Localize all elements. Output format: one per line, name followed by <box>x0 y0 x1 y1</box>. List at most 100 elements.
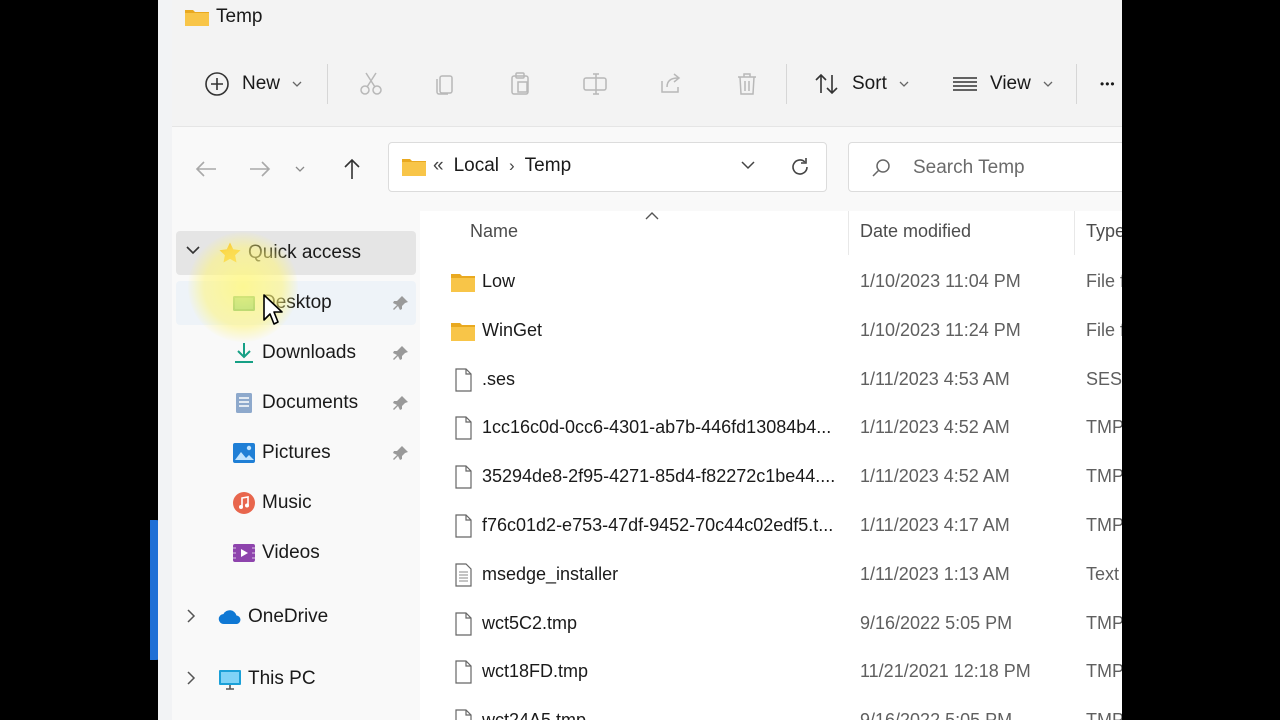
file-icon <box>455 611 472 636</box>
chevron-down-icon <box>292 81 302 87</box>
more-options-button[interactable]: ••• <box>1100 64 1116 104</box>
folder-icon <box>185 10 209 26</box>
arrow-left-icon <box>195 161 216 177</box>
nav-item-label: Music <box>262 492 312 513</box>
nav-item-documents[interactable]: Documents <box>176 381 416 425</box>
file-name: wct24A5.tmp <box>482 710 586 720</box>
paste-icon <box>511 72 529 95</box>
file-type: SES F <box>1086 368 1122 389</box>
share-icon <box>661 73 681 93</box>
recent-locations-button[interactable] <box>288 151 312 187</box>
nav-item-pictures[interactable]: Pictures <box>176 431 416 475</box>
sort-label: Sort <box>852 73 887 94</box>
file-type: TMP <box>1086 417 1122 438</box>
refresh-icon[interactable] <box>789 156 811 178</box>
star-icon <box>219 242 241 263</box>
nav-item-downloads[interactable]: Downloads <box>176 331 416 375</box>
nav-item-videos[interactable]: Videos <box>176 531 416 575</box>
nav-item-desktop[interactable]: Desktop <box>176 281 416 325</box>
cut-button[interactable] <box>358 64 384 104</box>
pin-icon[interactable] <box>392 294 410 312</box>
file-date-modified: 1/11/2023 4:52 AM <box>860 417 1010 438</box>
copy-icon <box>436 75 453 95</box>
forward-button[interactable] <box>240 151 280 187</box>
pin-icon[interactable] <box>392 394 410 412</box>
chevron-down-icon[interactable] <box>186 245 200 255</box>
view-button[interactable]: View <box>952 64 1053 104</box>
view-label: View <box>990 73 1031 94</box>
chevron-down-icon[interactable] <box>741 160 755 170</box>
file-row[interactable]: 35294de8-2f95-4271-85d4-f82272c1be44....… <box>420 453 1122 501</box>
file-list: Name Date modified Type Low 1/10/2023 11:… <box>420 211 1122 720</box>
delete-button[interactable] <box>734 64 760 104</box>
file-name: 35294de8-2f95-4271-85d4-f82272c1be44.... <box>482 466 836 487</box>
file-icon <box>455 465 472 489</box>
nav-onedrive[interactable]: OneDrive <box>176 595 416 639</box>
search-box[interactable]: Search Temp <box>848 142 1122 192</box>
title-bar[interactable]: Temp <box>172 0 1122 42</box>
text-file-icon <box>455 563 472 587</box>
breadcrumb-local[interactable]: Local <box>454 155 499 177</box>
file-date-modified: 1/10/2023 11:04 PM <box>860 271 1021 291</box>
file-row[interactable]: Low 1/10/2023 11:04 PM File f <box>420 258 1122 306</box>
letterbox-left <box>0 0 158 720</box>
copy-button[interactable] <box>432 64 458 104</box>
folder-icon <box>451 274 475 292</box>
file-row[interactable]: WinGet 1/10/2023 11:24 PM File f <box>420 307 1122 355</box>
new-button[interactable]: New <box>204 64 302 104</box>
pin-icon[interactable] <box>392 344 410 362</box>
file-date-modified: 9/16/2022 5:05 PM <box>860 710 1012 720</box>
file-icon <box>455 367 472 392</box>
file-date-modified: 1/11/2023 4:52 AM <box>860 466 1010 487</box>
file-row[interactable]: wct5C2.tmp 9/16/2022 5:05 PM TMP <box>420 600 1122 648</box>
nav-quick-access[interactable]: Quick access <box>176 231 416 275</box>
up-button[interactable] <box>332 151 372 187</box>
downloads-icon <box>235 343 253 363</box>
file-row[interactable]: msedge_installer 1/11/2023 1:13 AM Text <box>420 551 1122 599</box>
address-row: « Local › Temp Search Temp <box>172 127 1122 211</box>
file-date-modified: 11/21/2021 12:18 PM <box>860 661 1031 682</box>
file-row[interactable]: wct24A5.tmp 9/16/2022 5:05 PM TMP <box>420 697 1122 720</box>
file-name: WinGet <box>482 319 543 340</box>
file-name: msedge_installer <box>482 563 619 584</box>
column-header-name[interactable]: Name <box>470 221 518 242</box>
column-header-date[interactable]: Date modified <box>860 221 971 242</box>
chevron-right-icon[interactable] <box>186 671 196 685</box>
file-type: File f <box>1086 319 1122 340</box>
paste-button[interactable] <box>507 64 533 104</box>
nav-onedrive-label: OneDrive <box>248 606 329 627</box>
file-row[interactable]: 1cc16c0d-0cc6-4301-ab7b-446fd13084b4... 1… <box>420 404 1122 452</box>
column-header-type[interactable]: Type <box>1086 221 1122 242</box>
column-divider[interactable] <box>848 211 849 255</box>
breadcrumb-temp[interactable]: Temp <box>525 155 571 177</box>
nav-item-label: Videos <box>262 542 320 563</box>
file-name: wct5C2.tmp <box>482 612 578 633</box>
file-row[interactable]: wct18FD.tmp 11/21/2021 12:18 PM TMP <box>420 648 1122 696</box>
nav-quick-access-label: Quick access <box>248 242 361 263</box>
new-label: New <box>242 73 281 94</box>
sort-ascending-icon <box>645 212 659 220</box>
file-row[interactable]: f76c01d2-e753-47df-9452-70c44c02edf5.t..… <box>420 502 1122 550</box>
breadcrumb-overflow[interactable]: « <box>433 155 444 177</box>
address-bar[interactable]: « Local › Temp <box>388 142 827 192</box>
rename-button[interactable] <box>582 64 608 104</box>
chevron-down-icon <box>1043 81 1053 87</box>
pin-icon[interactable] <box>392 444 410 462</box>
documents-icon <box>236 393 252 413</box>
command-bar: New Sort View ••• <box>172 42 1122 127</box>
arrow-up-icon <box>344 158 360 179</box>
toolbar-divider <box>1076 64 1077 104</box>
more-icon: ••• <box>1100 77 1116 91</box>
file-row[interactable]: .ses 1/11/2023 4:53 AM SES F <box>420 356 1122 404</box>
nav-item-label: Documents <box>262 392 359 413</box>
chevron-down-icon <box>899 81 909 87</box>
chevron-down-icon <box>295 166 305 172</box>
column-divider[interactable] <box>1074 211 1075 255</box>
chevron-right-icon[interactable] <box>186 609 196 623</box>
back-button[interactable] <box>186 151 226 187</box>
file-name: f76c01d2-e753-47df-9452-70c44c02edf5.t..… <box>482 515 834 535</box>
nav-item-music[interactable]: Music <box>176 481 416 525</box>
nav-this-pc[interactable]: This PC <box>176 657 416 701</box>
sort-button[interactable]: Sort <box>814 64 909 104</box>
share-button[interactable] <box>658 64 684 104</box>
